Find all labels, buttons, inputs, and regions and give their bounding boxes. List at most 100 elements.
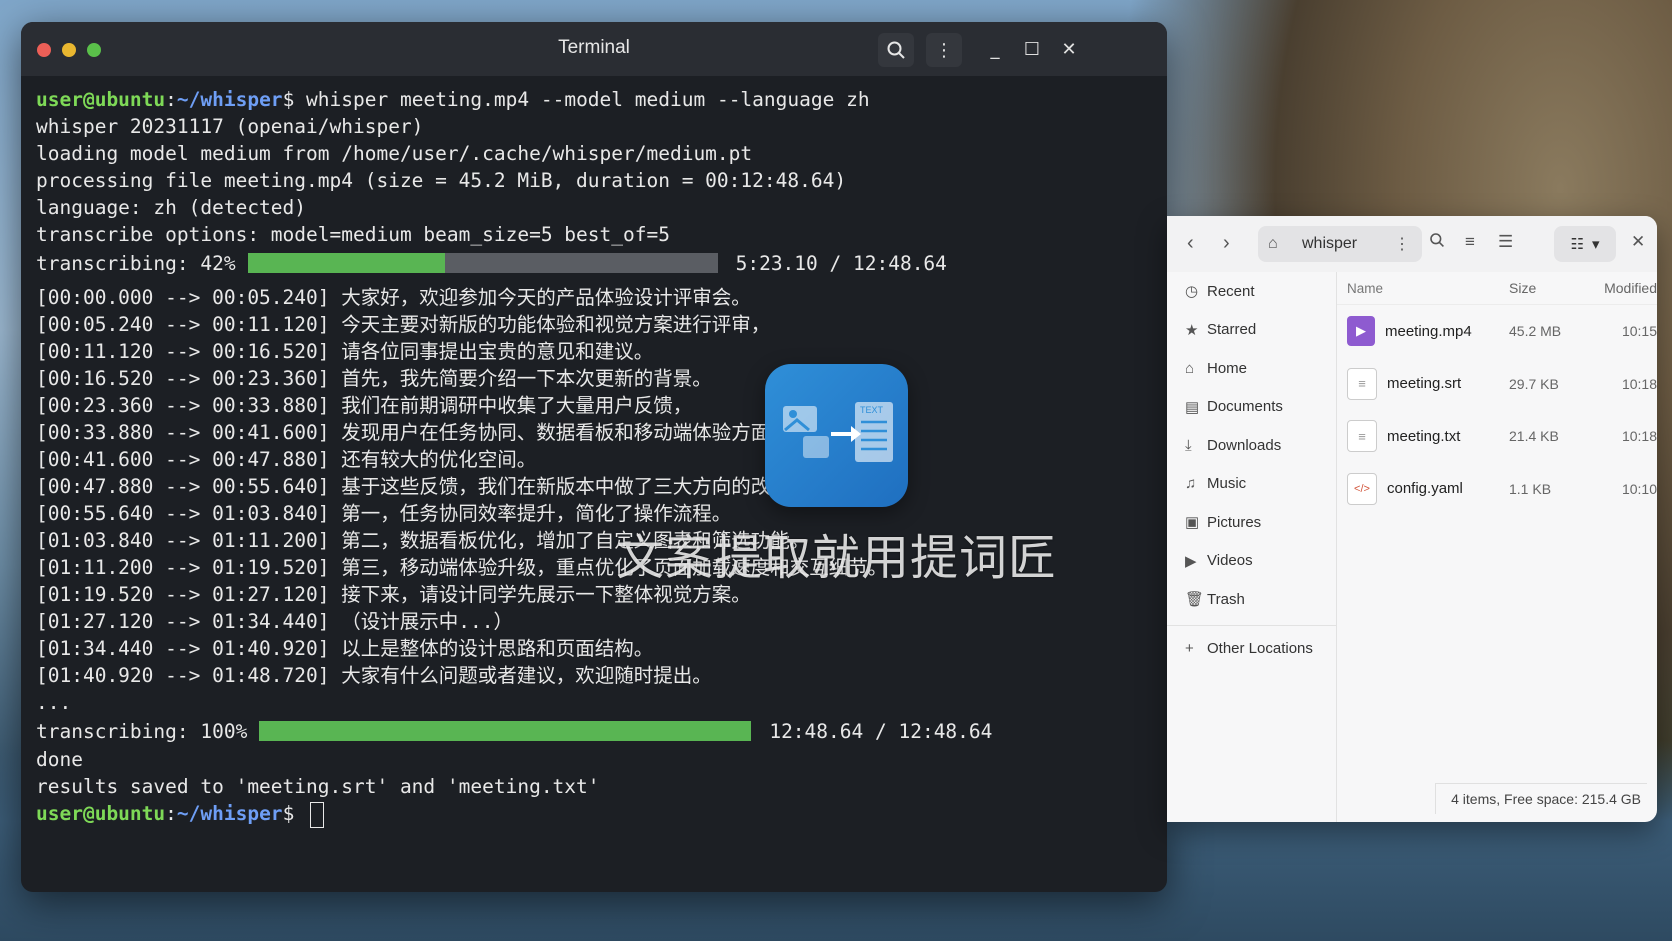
- minimize-button[interactable]: _: [982, 36, 1008, 62]
- path-label: whisper: [1302, 235, 1358, 252]
- progress-bar: [247, 253, 718, 273]
- file-row[interactable]: </> config.yaml 1.1 KB 10:10: [1337, 463, 1657, 516]
- progress-time: 12:48.64 / 12:48.64: [769, 719, 993, 743]
- sidebar-item-label: Other Locations: [1207, 640, 1313, 658]
- prompt-user: user@ubuntu: [36, 802, 166, 825]
- progress-bar: [259, 721, 752, 741]
- sidebar-item-pictures[interactable]: ▣ Pictures: [1167, 503, 1336, 542]
- output-line: transcribe options: model=medium beam_si…: [36, 223, 670, 246]
- sort-button[interactable]: ≡: [1465, 232, 1475, 252]
- path-bar[interactable]: ⌂ whisper ⋮: [1258, 226, 1422, 262]
- output-line: whisper 20231117 (openai/whisper): [36, 115, 424, 138]
- chevron-right-icon: ›: [1223, 232, 1230, 254]
- progress-time: 5:23.10 / 12:48.64: [735, 251, 947, 275]
- segment-line: [00:41.600 --> 00:47.880] 还有较大的优化空间。: [36, 448, 537, 471]
- segment-line: [00:11.120 --> 00:16.520] 请各位同事提出宝贵的意见和建…: [36, 340, 654, 363]
- file-modified: 10:15: [1621, 323, 1657, 340]
- output-line: done: [36, 748, 83, 771]
- progress-bar-fill: [259, 721, 752, 741]
- close-icon: ✕: [1061, 38, 1077, 60]
- file-manager-header[interactable]: ‹ › ⌂ whisper ⋮ ≡ ☰ ☷ ▾ ✕: [1167, 216, 1657, 272]
- path-menu-icon[interactable]: ⋮: [1394, 234, 1410, 254]
- music-icon: ♫: [1185, 475, 1197, 493]
- file-modified: 10:18: [1621, 375, 1657, 392]
- command-text: whisper meeting.mp4 --model medium --lan…: [294, 88, 870, 111]
- segment-line: [01:27.120 --> 01:34.440] （设计展示中...）: [36, 610, 513, 633]
- sidebar-item-label: Trash: [1207, 590, 1245, 608]
- sidebar-item-label: Pictures: [1207, 513, 1262, 531]
- sidebar-item-other-locations[interactable]: + Other Locations: [1167, 630, 1336, 669]
- filter-button[interactable]: ☰: [1498, 232, 1513, 252]
- search-icon: [1430, 233, 1444, 247]
- menu-button[interactable]: ⋮: [926, 33, 962, 67]
- file-row[interactable]: ▶ meeting.mp4 45.2 MB 10:15: [1337, 305, 1657, 358]
- segment-line: [01:40.920 --> 01:48.720] 大家有什么问题或者建议，欢迎…: [36, 664, 712, 687]
- progress-bar-fill: [247, 253, 445, 273]
- minimize-icon: _: [990, 38, 1000, 60]
- prompt-dollar: $: [282, 88, 295, 111]
- file-modified: 10:10: [1621, 480, 1657, 497]
- prompt-line[interactable]: user@ubuntu:~/whisper$: [36, 800, 1167, 828]
- file-manager-window[interactable]: ‹ › ⌂ whisper ⋮ ≡ ☰ ☷ ▾ ✕ ◷ Recent ★ Starr…: [1167, 216, 1657, 822]
- filter-icon: ☰: [1498, 232, 1514, 251]
- prompt-dollar: $: [282, 802, 295, 825]
- sidebar-item-home[interactable]: ⌂ Home: [1167, 349, 1336, 388]
- file-row[interactable]: ≡ meeting.txt 21.4 KB 10:18: [1337, 410, 1657, 463]
- prompt-path: ~/whisper: [176, 802, 283, 825]
- output-line: processing file meeting.mp4 (size = 45.2…: [36, 169, 847, 192]
- prompt-sep: :: [165, 88, 177, 111]
- output-line: results saved to 'meeting.srt' and 'meet…: [36, 775, 600, 798]
- video-icon: ▶: [1185, 552, 1197, 570]
- sidebar-item-documents[interactable]: ▤ Documents: [1167, 388, 1336, 427]
- image-to-text-icon: TEXT: [783, 402, 893, 462]
- progress-label: transcribing: 42%: [36, 251, 236, 275]
- segment-line: [00:23.360 --> 00:33.880] 我们在前期调研中收集了大量用…: [36, 394, 693, 417]
- sidebar-item-label: Documents: [1207, 398, 1283, 416]
- file-name: meeting.txt: [1387, 427, 1461, 445]
- sidebar-item-trash[interactable]: 🗑 Trash: [1167, 580, 1336, 619]
- close-button[interactable]: ✕: [1631, 232, 1645, 252]
- sidebar-item-downloads[interactable]: ⤓ Downloads: [1167, 426, 1336, 465]
- column-modified[interactable]: Modified: [1597, 280, 1657, 296]
- sidebar-item-label: Home: [1207, 359, 1248, 377]
- code-file-icon: </>: [1347, 472, 1377, 505]
- terminal-output[interactable]: user@ubuntu:~/whisper$ whisper meeting.m…: [21, 76, 1167, 828]
- maximize-button[interactable]: ☐: [1019, 36, 1045, 62]
- column-header: Name Size Modified: [1337, 272, 1657, 305]
- file-list: Name Size Modified ▶ meeting.mp4 45.2 MB …: [1337, 272, 1657, 822]
- back-button[interactable]: ‹: [1187, 232, 1194, 255]
- prompt-sep: :: [165, 802, 177, 825]
- search-button[interactable]: [878, 33, 914, 67]
- segment-line: [00:16.520 --> 00:23.360] 首先，我先简要介绍一下本次更…: [36, 367, 712, 390]
- search-button[interactable]: [1429, 232, 1445, 253]
- download-icon: ⤓: [1185, 436, 1192, 454]
- picture-icon: ▣: [1185, 514, 1200, 532]
- trash-icon: 🗑: [1185, 591, 1205, 609]
- sidebar-item-music[interactable]: ♫ Music: [1167, 465, 1336, 504]
- home-icon: ⌂: [1185, 359, 1195, 377]
- view-toggle[interactable]: ☷ ▾: [1554, 226, 1616, 262]
- chevron-down-icon: ▾: [1591, 236, 1600, 253]
- terminal-titlebar[interactable]: Terminal ⋮ _ ☐ ✕: [21, 22, 1167, 76]
- sidebar-divider: [1167, 624, 1336, 626]
- text-cursor: [310, 801, 325, 828]
- column-name[interactable]: Name: [1337, 281, 1509, 296]
- segment-line: [01:34.440 --> 01:40.920] 以上是整体的设计思路和页面结…: [36, 637, 654, 660]
- terminal-window[interactable]: Terminal ⋮ _ ☐ ✕ user@ubuntu:~/whisper$ …: [21, 22, 1167, 892]
- file-row[interactable]: ≡ meeting.srt 29.7 KB 10:18: [1337, 358, 1657, 411]
- sort-icon: ≡: [1465, 232, 1475, 251]
- sidebar-item-recent[interactable]: ◷ Recent: [1167, 272, 1336, 311]
- clock-icon: ◷: [1185, 283, 1199, 301]
- file-modified: 10:18: [1621, 428, 1657, 445]
- close-button[interactable]: ✕: [1056, 36, 1082, 62]
- column-size[interactable]: Size: [1509, 280, 1597, 296]
- forward-button[interactable]: ›: [1223, 232, 1230, 255]
- file-size: 45.2 MB: [1509, 323, 1562, 340]
- chevron-left-icon: ‹: [1187, 232, 1194, 254]
- maximize-icon: ☐: [1023, 38, 1041, 60]
- progress-row-1: transcribing: 42% 5:23.10 / 12:48.64: [36, 248, 1167, 278]
- sidebar-item-starred[interactable]: ★ Starred: [1167, 311, 1336, 350]
- segment-line: [00:00.000 --> 00:05.240] 大家好，欢迎参加今天的产品体…: [36, 286, 751, 309]
- output-line: language: zh (detected): [36, 196, 307, 219]
- sidebar-item-videos[interactable]: ▶ Videos: [1167, 542, 1336, 581]
